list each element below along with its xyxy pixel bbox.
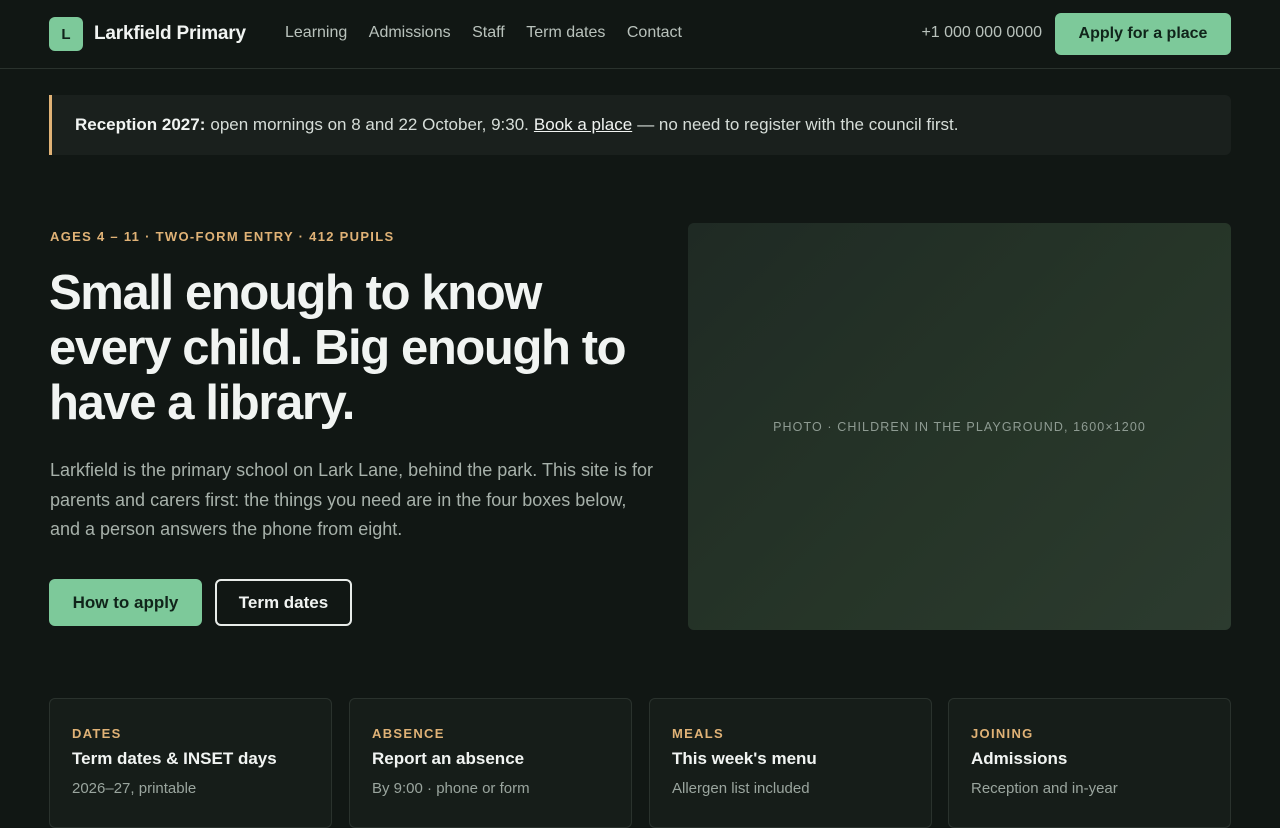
hero-eyebrow: AGES 4 – 11 · TWO-FORM ENTRY · 412 PUPIL… [50,229,395,244]
card-subtitle: 2026–27, printable [72,780,197,797]
apply-for-place-button[interactable]: Apply for a place [1055,13,1231,55]
phone-number-link[interactable]: +1 000 000 0000 [921,24,1042,42]
card-title: This week's menu [672,749,817,768]
notice-lead: Reception 2027: [75,115,206,134]
hero-title: Small enough to know every child. Big en… [49,266,627,430]
notice-tail: — no need to register with the council f… [637,115,959,134]
card-tag: ABSENCE [372,726,445,741]
nav-admissions[interactable]: Admissions [369,24,451,42]
school-logo: L [49,17,83,51]
nav-learning[interactable]: Learning [285,24,347,42]
card-dates[interactable]: DATES Term dates & INSET days 2026–27, p… [49,698,332,828]
school-name: Larkfield Primary [94,23,246,44]
card-joining[interactable]: JOINING Admissions Reception and in-year [948,698,1231,828]
card-subtitle: Allergen list included [672,780,810,797]
quick-links: DATES Term dates & INSET days 2026–27, p… [49,698,1231,828]
how-to-apply-button[interactable]: How to apply [49,579,202,626]
card-title: Admissions [971,749,1068,768]
nav-contact[interactable]: Contact [627,24,682,42]
notice-text: open mornings on 8 and 22 October, 9:30. [210,115,529,134]
card-title: Report an absence [372,749,525,768]
card-subtitle: Reception and in-year [971,780,1118,797]
card-title: Term dates & INSET days [72,749,277,768]
nav-term-dates[interactable]: Term dates [526,24,605,42]
card-meals[interactable]: MEALS This week's menu Allergen list inc… [649,698,932,828]
home-link[interactable]: L Larkfield Primary [49,17,246,51]
main-nav: Learning Admissions Staff Term dates Con… [285,24,704,42]
term-dates-button[interactable]: Term dates [215,579,352,626]
hero-photo-placeholder: PHOTO · CHILDREN IN THE PLAYGROUND, 1600… [688,223,1231,630]
photo-caption: PHOTO · CHILDREN IN THE PLAYGROUND, 1600… [773,419,1146,434]
nav-staff[interactable]: Staff [472,24,505,42]
card-subtitle: By 9:00 · phone or form [372,780,530,797]
card-absence[interactable]: ABSENCE Report an absence By 9:00 · phon… [349,698,632,828]
card-tag: MEALS [672,726,724,741]
site-header: L Larkfield Primary Learning Admissions … [0,0,1280,69]
reception-notice: Reception 2027: open mornings on 8 and 2… [49,95,1231,155]
card-tag: DATES [72,726,122,741]
book-place-link[interactable]: Book a place [534,115,632,135]
hero-intro: Larkfield is the primary school on Lark … [50,460,653,539]
card-tag: JOINING [971,726,1034,741]
